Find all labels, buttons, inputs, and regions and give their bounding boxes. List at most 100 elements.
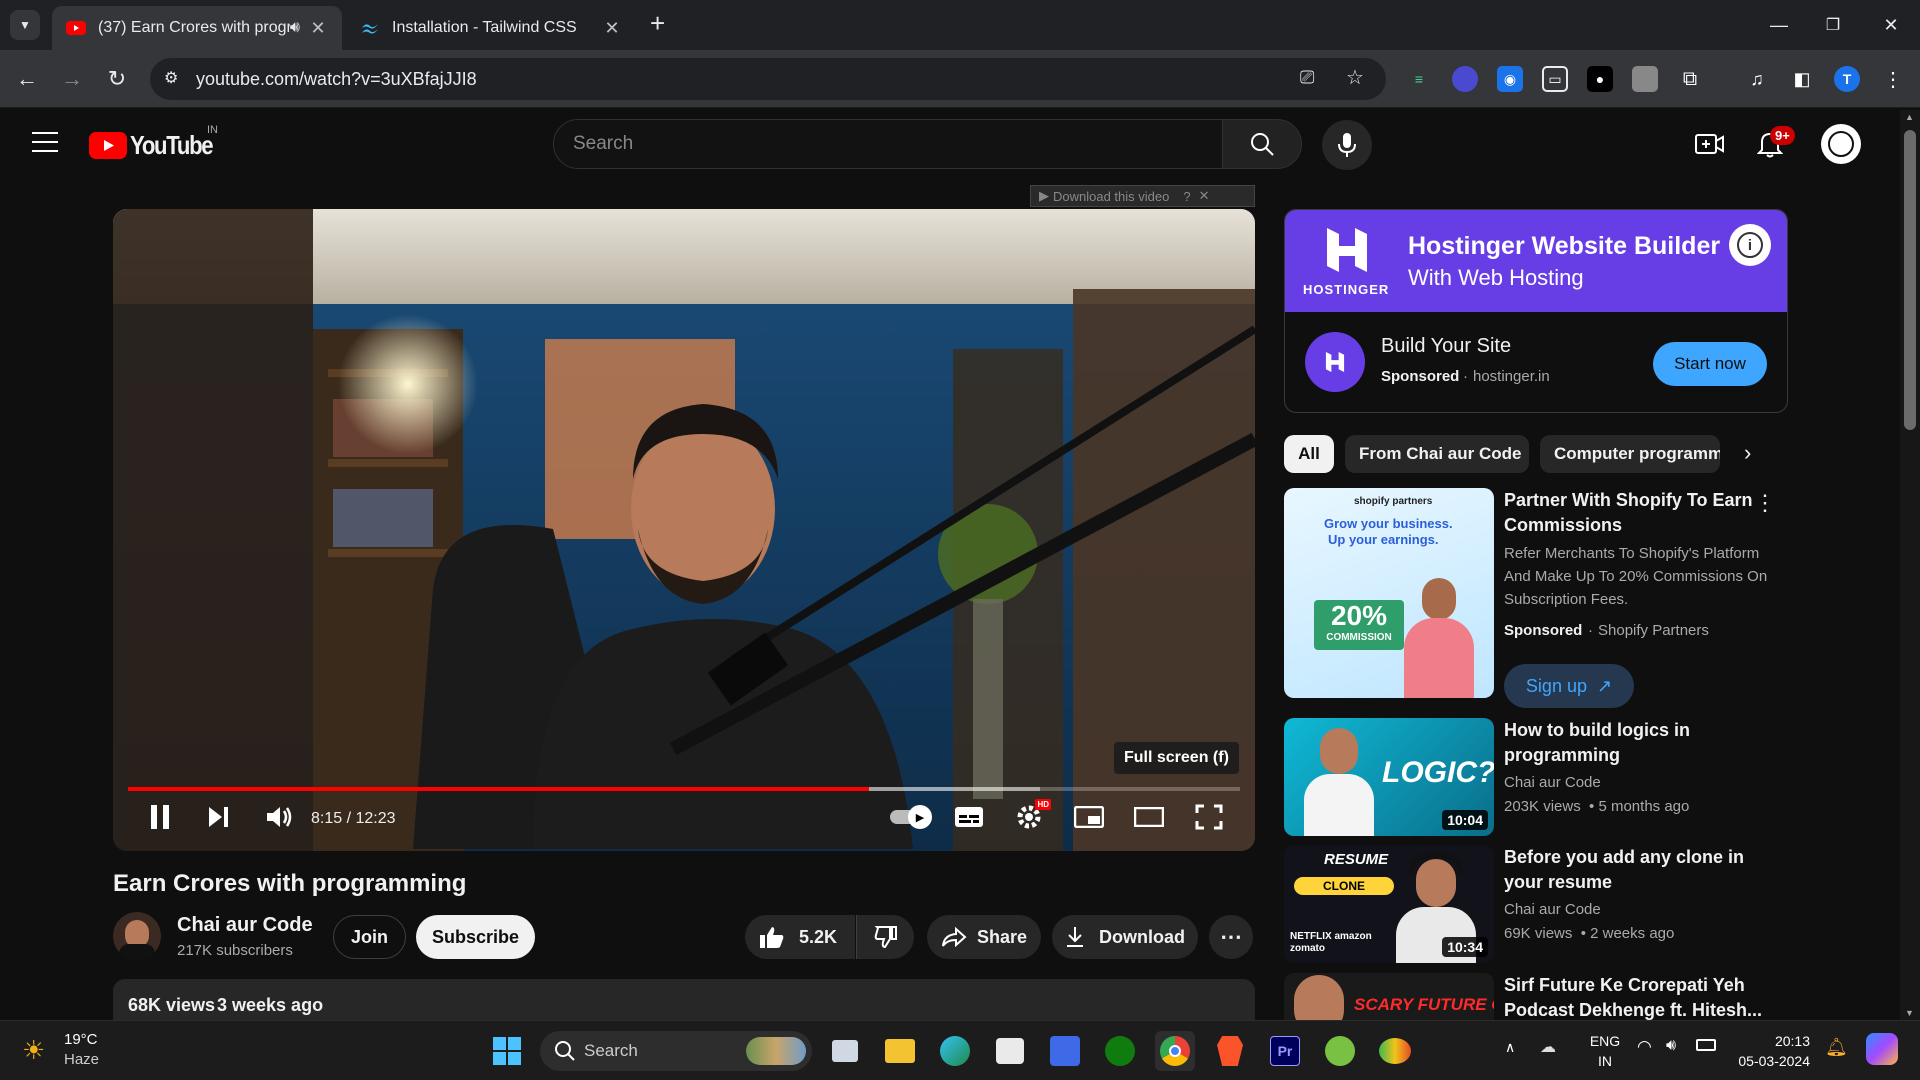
hostinger-banner[interactable]: HOSTINGER Hostinger Website Builder With… — [1285, 210, 1787, 312]
close-tab-icon[interactable]: ✕ — [602, 18, 622, 39]
bookmark-star-icon[interactable]: ☆ — [1346, 65, 1364, 90]
subscribe-button[interactable]: Subscribe — [416, 915, 535, 959]
voice-search-button[interactable] — [1322, 120, 1372, 170]
wifi-icon[interactable]: ◠ — [1637, 1037, 1652, 1057]
video-channel[interactable]: Chai aur Code — [1504, 774, 1601, 791]
video-channel[interactable]: Chai aur Code — [1504, 901, 1601, 918]
copilot-icon[interactable] — [1866, 1033, 1898, 1065]
forward-icon[interactable]: → — [55, 62, 89, 96]
search-input[interactable]: Search — [553, 119, 1223, 169]
settings-button[interactable]: HD — [1009, 797, 1051, 837]
speaker-tray-icon[interactable]: 🔊︎ — [1666, 1037, 1676, 1055]
hostinger-avatar[interactable] — [1305, 332, 1365, 392]
chrome-menu-icon[interactable]: ⋮ — [1880, 66, 1906, 92]
extension-icon[interactable] — [1632, 66, 1658, 92]
reload-icon[interactable]: ↻ — [100, 62, 134, 96]
notification-bell-icon[interactable]: 🔔︎ — [1825, 1037, 1848, 1058]
dislike-button[interactable] — [856, 915, 914, 959]
miniplayer-button[interactable] — [1069, 797, 1109, 837]
battery-icon[interactable] — [1696, 1039, 1716, 1051]
close-window-icon[interactable]: ✕ — [1868, 10, 1914, 40]
recommended-video[interactable]: RESUME CLONE NETFLIX amazon zomato 10:34… — [1284, 845, 1814, 963]
extension-icon[interactable]: ▭ — [1542, 66, 1568, 92]
language-indicator[interactable]: ENG IN — [1585, 1031, 1625, 1071]
xbox-icon[interactable] — [1100, 1031, 1140, 1071]
tab-tailwind[interactable]: Installation - Tailwind CSS ✕ — [346, 6, 636, 50]
download-video-overlay[interactable]: ▶ Download this video ? ✕ — [1030, 185, 1255, 207]
theater-mode-button[interactable] — [1129, 797, 1169, 837]
scroll-up-arrow-icon[interactable]: ▲ — [1905, 112, 1914, 122]
extensions-puzzle-icon[interactable]: ⧉ — [1677, 66, 1703, 92]
page-scrollbar[interactable]: ▲ ▼ — [1900, 110, 1920, 1020]
extension-icon[interactable]: ● — [1587, 66, 1613, 92]
sign-up-button[interactable]: Sign up ↗ — [1504, 664, 1634, 708]
new-tab-button[interactable]: + — [650, 8, 665, 39]
site-info-icon[interactable]: ⚙ — [164, 68, 178, 88]
hostinger-ad-card[interactable]: HOSTINGER Hostinger Website Builder With… — [1284, 209, 1788, 413]
minimize-icon[interactable]: — — [1756, 10, 1802, 40]
shopify-ad-title[interactable]: Partner With Shopify To Earn Commissions — [1504, 488, 1754, 538]
task-view-icon[interactable] — [825, 1031, 865, 1071]
utorrent-icon[interactable] — [1320, 1031, 1360, 1071]
windows-start-icon[interactable] — [487, 1031, 527, 1071]
video-title[interactable]: Before you add any clone in your resume — [1504, 845, 1754, 895]
channel-avatar[interactable] — [113, 912, 161, 960]
video-thumbnail[interactable]: RESUME CLONE NETFLIX amazon zomato 10:34 — [1284, 845, 1494, 963]
create-video-icon[interactable] — [1695, 132, 1725, 161]
start-now-button[interactable]: Start now — [1653, 342, 1767, 386]
scrollbar-thumb[interactable] — [1904, 130, 1916, 430]
extension-icon[interactable]: ≡ — [1406, 66, 1432, 92]
app-icon[interactable] — [1375, 1031, 1415, 1071]
scroll-down-arrow-icon[interactable]: ▼ — [1905, 1008, 1914, 1018]
video-title[interactable]: Sirf Future Ke Crorepati Yeh Podcast Dek… — [1504, 973, 1764, 1020]
shopify-ad[interactable]: shopify partners Grow your business. Up … — [1284, 488, 1814, 708]
video-title[interactable]: How to build logics in programming — [1504, 718, 1754, 768]
url-text[interactable]: youtube.com/watch?v=3uXBfajJJI8 — [196, 69, 477, 90]
back-icon[interactable]: ← — [10, 62, 44, 96]
recommended-video[interactable]: SCARY FUTURE OF Sirf Future Ke Crorepati… — [1284, 973, 1814, 1020]
extension-icon[interactable] — [1452, 66, 1478, 92]
recommended-video[interactable]: LOGIC? 10:04 How to build logics in prog… — [1284, 718, 1814, 836]
tab-youtube[interactable]: (37) Earn Crores with progra 🔊︎ ✕ — [52, 6, 342, 50]
fullscreen-button[interactable] — [1189, 797, 1229, 837]
premiere-pro-icon[interactable]: Pr — [1265, 1031, 1305, 1071]
account-avatar[interactable] — [1821, 124, 1861, 164]
close-tab-icon[interactable]: ✕ — [308, 18, 328, 39]
join-button[interactable]: Join — [333, 915, 406, 959]
side-panel-icon[interactable]: ◧ — [1789, 66, 1815, 92]
restore-icon[interactable]: ❐ — [1810, 10, 1856, 40]
tray-network-status-icon[interactable]: ☁ — [1540, 1037, 1556, 1057]
microsoft-store-icon[interactable] — [990, 1031, 1030, 1071]
shopify-ad-thumbnail[interactable]: shopify partners Grow your business. Up … — [1284, 488, 1494, 698]
help-icon[interactable]: ? — [1183, 189, 1190, 204]
like-button[interactable]: 5.2K — [745, 915, 855, 959]
download-button[interactable]: Download — [1052, 915, 1198, 959]
chip-all[interactable]: All — [1284, 435, 1334, 473]
address-bar[interactable]: ⚙ youtube.com/watch?v=3uXBfajJJI8 ⎚ ☆ — [150, 58, 1386, 100]
profile-avatar[interactable]: T — [1834, 66, 1860, 92]
more-actions-button[interactable]: ⋯ — [1209, 915, 1253, 959]
progress-bar[interactable] — [128, 787, 1240, 791]
video-player[interactable]: Full screen (f) 8:15 / 12:23 ▶ HD — [113, 209, 1255, 851]
ad-info-icon[interactable]: i — [1729, 224, 1771, 266]
speaker-icon[interactable]: 🔊︎ — [290, 19, 300, 37]
install-app-icon[interactable]: ⎚ — [1300, 67, 1314, 88]
file-explorer-icon[interactable] — [880, 1031, 920, 1071]
chrome-icon[interactable] — [1155, 1031, 1195, 1071]
weather-widget[interactable]: ☀ 19°C Haze — [22, 1031, 132, 1071]
extension-icon[interactable]: ◉ — [1497, 66, 1523, 92]
volume-button[interactable] — [259, 797, 299, 837]
next-button[interactable] — [201, 797, 235, 837]
chip-computer-programming[interactable]: Computer programm — [1540, 435, 1720, 473]
brave-browser-icon[interactable] — [1210, 1031, 1250, 1071]
chips-next-arrow-icon[interactable]: › — [1744, 440, 1751, 466]
vscode-icon[interactable] — [1045, 1031, 1085, 1071]
share-button[interactable]: Share — [927, 915, 1041, 959]
video-thumbnail[interactable]: LOGIC? 10:04 — [1284, 718, 1494, 836]
close-icon[interactable]: ✕ — [1199, 188, 1210, 204]
clock[interactable]: 20:13 05-03-2024 — [1730, 1031, 1810, 1071]
pause-button[interactable] — [143, 797, 177, 837]
edge-browser-icon[interactable] — [935, 1031, 975, 1071]
video-thumbnail[interactable]: SCARY FUTURE OF — [1284, 973, 1494, 1020]
taskbar-search-box[interactable]: Search — [540, 1031, 812, 1071]
